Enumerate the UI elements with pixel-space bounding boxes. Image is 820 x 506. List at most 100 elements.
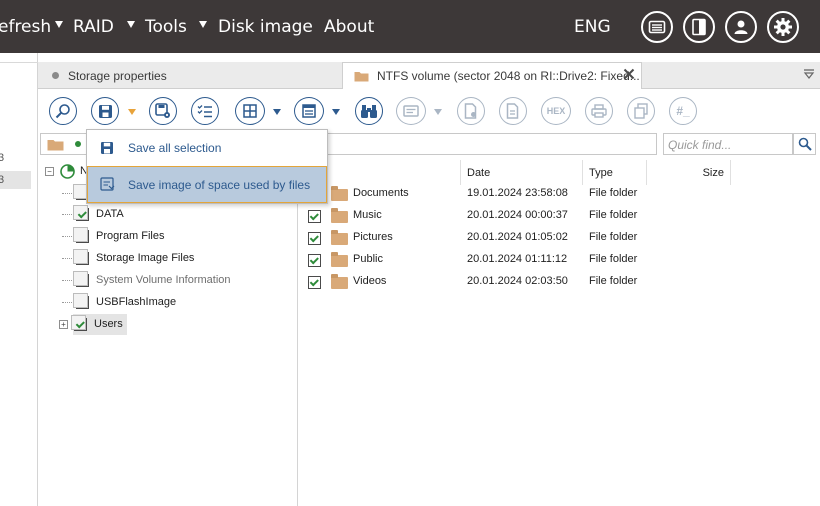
- properties-button[interactable]: [396, 97, 426, 125]
- floppy-disk-icon: [101, 142, 113, 154]
- tree-item[interactable]: Program Files: [62, 226, 164, 246]
- folder-tree: − N DATA Program Files Storage Image Fil…: [40, 157, 298, 506]
- hash-button[interactable]: #_: [669, 97, 697, 125]
- status-dot-icon: [75, 141, 81, 147]
- tree-item-label: USBFlashImage: [96, 296, 177, 308]
- row-type: File folder: [589, 187, 638, 199]
- tree-checkbox[interactable]: [73, 248, 96, 265]
- tree-checkbox[interactable]: [71, 314, 94, 331]
- language-selector[interactable]: ENG: [574, 17, 611, 37]
- view-mode-dropdown-arrow[interactable]: [273, 109, 281, 115]
- tree-checkbox[interactable]: [73, 204, 96, 221]
- account-button[interactable]: [725, 11, 757, 43]
- column-header-label: Type: [589, 166, 613, 179]
- row-name: Documents: [353, 187, 409, 199]
- hash-label: #_: [676, 104, 690, 118]
- tree-item-label: Storage Image Files: [96, 252, 195, 264]
- open-button[interactable]: [49, 97, 77, 125]
- table-row[interactable]: Documents 19.01.2024 23:58:08 File folde…: [298, 183, 820, 205]
- menu-item-save-all-selection[interactable]: Save all selection: [87, 130, 327, 166]
- menu-raid[interactable]: RAID: [73, 17, 114, 37]
- columns-button[interactable]: [294, 97, 324, 125]
- tree-item[interactable]: System Volume Information: [62, 270, 231, 290]
- tab-list-menu-icon[interactable]: [803, 68, 815, 83]
- table-row[interactable]: Videos 20.01.2024 02:03:50 File folder: [298, 271, 820, 293]
- row-checkbox[interactable]: [308, 254, 321, 267]
- folder-icon: [47, 140, 64, 151]
- grid-icon: [243, 104, 257, 118]
- row-checkbox[interactable]: [308, 232, 321, 245]
- row-name: Pictures: [353, 231, 393, 243]
- list-view-icon: [302, 104, 316, 118]
- tree-checkbox[interactable]: [73, 292, 96, 309]
- column-header-label: Size: [702, 166, 724, 179]
- tree-item[interactable]: + Users: [59, 314, 123, 334]
- collapse-icon[interactable]: −: [45, 166, 54, 176]
- save-button[interactable]: [91, 97, 119, 125]
- row-date: 20.01.2024 02:03:50: [467, 275, 568, 287]
- settings-button[interactable]: [767, 11, 799, 43]
- columns-dropdown-arrow[interactable]: [332, 109, 340, 115]
- file-settings-button[interactable]: [457, 97, 485, 125]
- menu-disk-image[interactable]: Disk image: [218, 17, 313, 37]
- chevron-down-icon[interactable]: [199, 21, 207, 28]
- file-list: e Date Type Size Documents 19.01.2024 23…: [298, 157, 820, 506]
- chevron-down-icon[interactable]: [127, 21, 135, 28]
- messages-button[interactable]: [641, 11, 673, 43]
- quick-find-button[interactable]: [793, 133, 816, 155]
- tree-connector: [62, 192, 72, 194]
- menu-about[interactable]: About: [324, 17, 374, 37]
- menu-item-label: Save image of space used by files: [128, 177, 311, 192]
- floppy-gear-icon: [155, 103, 170, 118]
- row-date: 19.01.2024 23:58:08: [467, 187, 568, 199]
- tree-item[interactable]: Storage Image Files: [62, 248, 194, 268]
- column-header-label: Date: [467, 166, 491, 179]
- row-name: Videos: [353, 275, 387, 287]
- table-row[interactable]: Music 20.01.2024 00:00:37 File folder: [298, 205, 820, 227]
- tree-root[interactable]: − N: [45, 161, 88, 181]
- close-icon[interactable]: [623, 68, 635, 83]
- user-icon: [734, 20, 748, 34]
- row-checkbox[interactable]: [308, 210, 321, 223]
- file-view-button[interactable]: [499, 97, 527, 125]
- panel-toggle-button[interactable]: [683, 11, 715, 43]
- tree-checkbox[interactable]: [73, 226, 96, 243]
- view-mode-button[interactable]: [235, 97, 265, 125]
- save-dropdown-arrow[interactable]: [128, 109, 136, 115]
- tree-connector: [62, 279, 72, 281]
- tab-storage-properties[interactable]: Storage properties: [38, 62, 340, 89]
- row-checkbox[interactable]: [308, 276, 321, 289]
- left-strip-selected[interactable]: 3: [0, 171, 31, 189]
- column-header-date[interactable]: Date: [461, 160, 583, 185]
- id-card-icon: [403, 105, 419, 117]
- menu-refresh[interactable]: efresh: [0, 17, 51, 37]
- print-button[interactable]: [585, 97, 613, 125]
- left-strip-item: 3: [0, 174, 5, 186]
- tab-ntfs-volume[interactable]: NTFS volume (sector 2048 on RI::Drive2: …: [342, 62, 642, 90]
- table-row[interactable]: Public 20.01.2024 01:11:12 File folder: [298, 249, 820, 271]
- copy-button[interactable]: [627, 97, 655, 125]
- column-header-size[interactable]: Size: [647, 160, 731, 185]
- menu-item-save-image-of-space[interactable]: Save image of space used by files: [87, 166, 327, 203]
- hex-viewer-button[interactable]: HEX: [541, 97, 571, 125]
- left-strip-item[interactable]: 3: [0, 152, 4, 164]
- row-type: File folder: [589, 209, 638, 221]
- row-date: 20.01.2024 00:00:37: [467, 209, 568, 221]
- messages-icon: [648, 20, 666, 34]
- tree-item-label: System Volume Information: [96, 274, 231, 286]
- tree-item-label: Users: [94, 318, 123, 330]
- column-header-type[interactable]: Type: [583, 160, 647, 185]
- menu-tools[interactable]: Tools: [145, 17, 187, 37]
- tree-item[interactable]: USBFlashImage: [62, 292, 176, 312]
- quick-find-input[interactable]: Quick find...: [663, 133, 793, 155]
- find-button[interactable]: [355, 97, 383, 125]
- tree-checkbox[interactable]: [73, 270, 96, 287]
- checklist-button[interactable]: [191, 97, 219, 125]
- properties-dropdown-arrow[interactable]: [434, 109, 442, 115]
- save-dropdown-menu: Save all selection Save image of space u…: [86, 129, 328, 204]
- save-options-button[interactable]: [149, 97, 177, 125]
- expand-icon[interactable]: +: [59, 319, 68, 329]
- chevron-down-icon[interactable]: [55, 21, 63, 28]
- table-row[interactable]: Pictures 20.01.2024 01:05:02 File folder: [298, 227, 820, 249]
- tree-item[interactable]: DATA: [62, 204, 124, 224]
